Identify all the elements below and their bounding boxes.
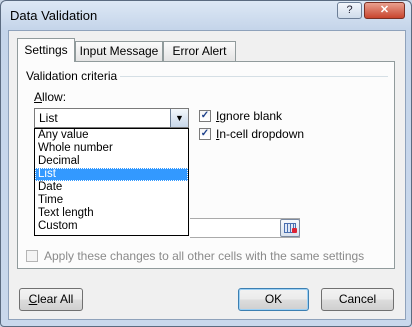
ok-button[interactable]: OK	[238, 288, 309, 311]
in-cell-dropdown-label[interactable]: In-cell dropdown	[216, 127, 304, 141]
allow-option-any-value[interactable]: Any value	[35, 129, 188, 142]
allow-option-whole-number[interactable]: Whole number	[35, 142, 188, 155]
tab-input-message[interactable]: Input Message	[75, 41, 163, 61]
cancel-button[interactable]: Cancel	[321, 288, 394, 311]
apply-all-label: Apply these changes to all other cells w…	[44, 249, 365, 263]
tab-settings[interactable]: Settings	[17, 38, 75, 62]
range-select-arrow	[292, 228, 297, 233]
allow-option-date[interactable]: Date	[35, 181, 188, 194]
allow-option-custom[interactable]: Custom	[35, 220, 188, 233]
validation-criteria-heading: Validation criteria	[26, 69, 118, 83]
allow-option-list[interactable]: List	[35, 168, 188, 181]
allow-select[interactable]: List ▼	[34, 108, 189, 128]
clear-all-button[interactable]: Clear All	[19, 288, 83, 311]
allow-label: Allow:	[34, 90, 67, 104]
checkmark-icon: ✓	[200, 128, 210, 139]
apply-all-checkbox[interactable]	[26, 250, 38, 262]
tab-error-alert[interactable]: Error Alert	[163, 41, 236, 61]
ignore-blank-label[interactable]: Ignore blank	[216, 109, 282, 123]
close-button[interactable]: ✕	[364, 2, 405, 19]
allow-option-time[interactable]: Time	[35, 194, 188, 207]
data-validation-dialog: Data Validation ? ✕ Settings Input Messa…	[0, 0, 412, 327]
allow-option-text-length[interactable]: Text length	[35, 207, 188, 220]
checkmark-icon: ✓	[200, 110, 210, 121]
help-button[interactable]: ?	[337, 2, 362, 19]
chevron-down-icon[interactable]: ▼	[170, 109, 188, 127]
dialog-body: Settings Input Message Error Alert Valid…	[8, 30, 406, 320]
ignore-blank-checkbox[interactable]: ✓	[199, 110, 211, 122]
title-bar[interactable]: Data Validation ? ✕	[1, 1, 411, 31]
allow-option-decimal[interactable]: Decimal	[35, 155, 188, 168]
allow-dropdown-list: Any value Whole number Decimal List Date…	[34, 128, 189, 236]
range-select-button[interactable]	[280, 219, 300, 237]
dialog-title: Data Validation	[10, 8, 98, 23]
group-divider	[120, 76, 388, 77]
settings-panel: Validation criteria Allow: List ▼ Any va…	[17, 61, 395, 269]
in-cell-dropdown-checkbox[interactable]: ✓	[199, 128, 211, 140]
allow-select-value: List	[39, 111, 58, 125]
